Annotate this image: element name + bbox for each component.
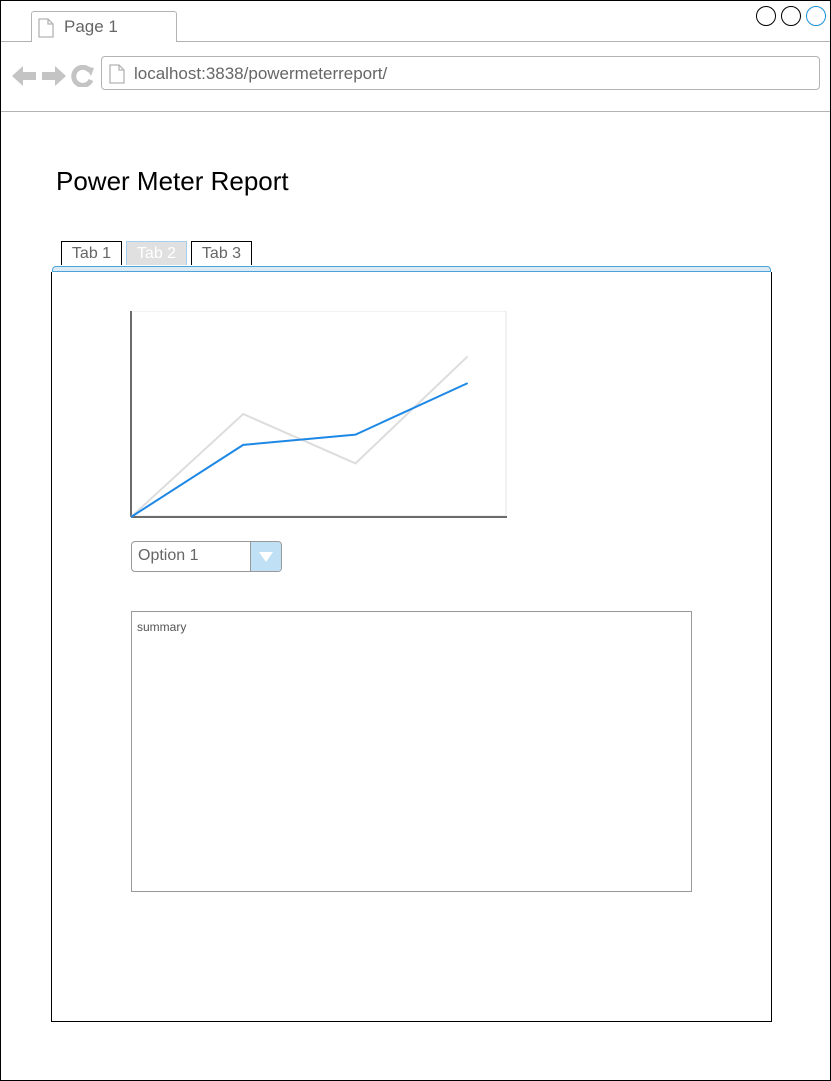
page-icon <box>109 64 125 84</box>
line-chart <box>130 311 507 518</box>
restore-button[interactable] <box>781 6 801 26</box>
browser-tab[interactable]: Page 1 <box>31 11 177 42</box>
browser-window: Page 1 localhost:3838/powermeterreport/ … <box>0 0 831 1081</box>
close-button[interactable] <box>806 6 826 26</box>
browser-tabstrip: Page 1 <box>1 1 830 42</box>
tab-3[interactable]: Tab 3 <box>191 241 252 265</box>
chart-plot-area <box>130 311 507 517</box>
reload-icon[interactable] <box>71 65 95 87</box>
page-title: Power Meter Report <box>56 166 289 196</box>
browser-toolbar: localhost:3838/powermeterreport/ <box>1 42 830 112</box>
tab-2[interactable]: Tab 2 <box>126 241 187 265</box>
url-text: localhost:3838/powermeterreport/ <box>134 64 388 83</box>
chevron-down-icon[interactable] <box>250 542 281 571</box>
forward-arrow-icon[interactable] <box>41 65 67 87</box>
address-bar[interactable]: localhost:3838/powermeterreport/ <box>101 56 820 90</box>
option-dropdown[interactable]: Option 1 <box>131 541 282 572</box>
browser-tab-title: Page 1 <box>64 17 118 36</box>
page-icon <box>38 18 54 38</box>
tab-1[interactable]: Tab 1 <box>61 241 122 265</box>
triangle-down-icon <box>259 552 273 562</box>
summary-output: summary <box>131 611 692 892</box>
dropdown-selected-value: Option 1 <box>138 547 199 564</box>
minimize-button[interactable] <box>756 6 776 26</box>
back-arrow-icon[interactable] <box>11 65 37 87</box>
summary-label: summary <box>137 620 187 634</box>
